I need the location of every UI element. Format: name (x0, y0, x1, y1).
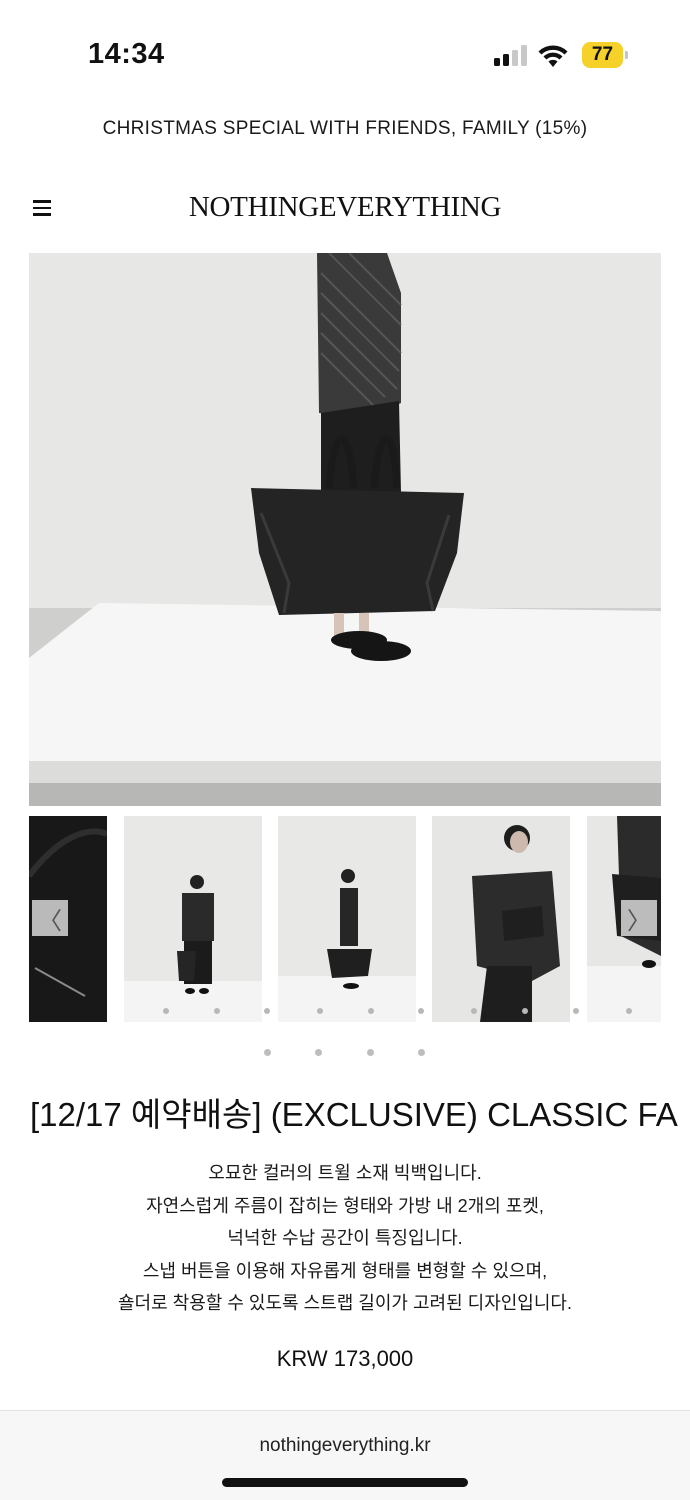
gallery-pager (0, 1049, 690, 1057)
product-title: [12/17 예약배송] (EXCLUSIVE) CLASSIC FA (30, 1096, 678, 1133)
product-price: KRW 173,000 (276, 1346, 414, 1371)
description-line: 넉넉한 수납 공간이 특징입니다. (227, 1228, 463, 1248)
thumbnail-model-side[interactable] (278, 816, 416, 1022)
promo-banner[interactable]: CHRISTMAS SPECIAL WITH FRIENDS, FAMILY (… (0, 118, 690, 140)
signal-icon (494, 44, 528, 66)
main-product-image[interactable] (29, 253, 661, 806)
description-line: 스냅 버튼을 이용해 자유롭게 형태를 변형할 수 있으며, (142, 1260, 548, 1281)
thumb-dot (264, 1008, 270, 1014)
description-line: 숄더로 착용할 수 있도록 스트랩 길이가 고려된 디자인입니다. (117, 1293, 572, 1313)
battery-icon: 77 (582, 42, 628, 68)
thumb-dot (573, 1008, 579, 1014)
thumb-dot (418, 1008, 424, 1014)
thumbnail-model-holding-bag[interactable] (432, 816, 570, 1022)
pager-dot[interactable] (418, 1049, 425, 1056)
status-time: 14:34 (88, 38, 165, 70)
thumb-dot (214, 1008, 220, 1014)
pager-dot[interactable] (367, 1049, 374, 1056)
pager-dot[interactable] (315, 1049, 322, 1056)
status-bar: 14:34 77 (0, 0, 690, 100)
pager-dot[interactable] (264, 1049, 271, 1056)
url-text[interactable]: nothingeverything.kr (0, 1435, 690, 1457)
thumb-dot (626, 1008, 632, 1014)
thumbnail-model-front[interactable] (124, 816, 262, 1022)
description-line: 자연스럽게 주름이 잡히는 형태와 가방 내 2개의 포켓, (146, 1195, 544, 1216)
thumb-dot (522, 1008, 528, 1014)
home-indicator[interactable] (222, 1478, 468, 1487)
browser-address-bar: nothingeverything.kr (0, 1410, 690, 1500)
brand-logo[interactable]: NOTHINGEVERYTHING (0, 191, 690, 224)
thumb-dot (368, 1008, 374, 1014)
thumbnail-strip (0, 816, 690, 1022)
gallery-prev-arrow[interactable]: 〈 (32, 900, 68, 936)
thumb-dot (317, 1008, 323, 1014)
thumb-dot (163, 1008, 169, 1014)
gallery-next-arrow[interactable]: 〉 (621, 900, 657, 936)
product-description: 오묘한 컬러의 트윌 소재 빅백입니다. 자연스럽게 주름이 잡히는 형태와 가… (0, 1157, 690, 1320)
battery-level: 77 (582, 42, 623, 68)
description-line: 오묘한 컬러의 트윌 소재 빅백입니다. (208, 1163, 482, 1183)
wifi-icon (538, 45, 568, 67)
thumb-dot (471, 1008, 477, 1014)
